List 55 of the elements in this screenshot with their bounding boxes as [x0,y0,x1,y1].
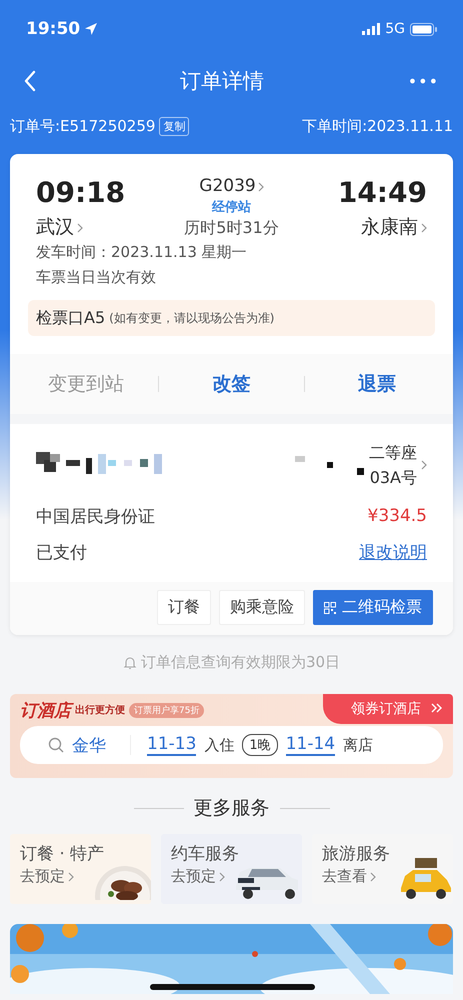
validity-note: 车票当日当次有效 [35,267,157,288]
page-title: 订单详情 [180,68,264,95]
gate-note: (如有变更，请以现场公告为准) [109,310,274,326]
checkin-date[interactable]: 11-13 [147,734,196,756]
nights-badge: 1晚 [242,734,278,756]
departure-time: 09:18 [36,176,126,210]
service-action: 去查看 [322,867,367,886]
service-tile[interactable]: 约车服务 去预定 [161,834,302,904]
gate-label: 检票口A5 [36,308,106,328]
discount-badge: 订票用户享75折 [129,702,204,718]
arrival-station: 永康南 [360,215,418,240]
refund-policy-link[interactable]: 退改说明 [359,540,427,564]
bell-icon [122,656,137,670]
departure-station: 武汉 [36,215,74,240]
trip-duration: 历时5时31分 [184,218,279,239]
search-icon [48,737,64,753]
payment-status: 已支付 [36,542,87,564]
service-button[interactable]: 购乘意险 [219,590,305,625]
id-type: 中国居民身份证 [36,506,155,528]
train-number: G2039 [199,176,256,196]
notice-text: 订单信息查询有效期限为30日 [140,653,340,672]
stops-link[interactable]: 经停站 [212,198,251,216]
action-button[interactable]: 改签 [171,371,292,397]
order-time: 下单时间:2023.11.11 [302,116,453,136]
more-button[interactable]: ••• [402,72,445,90]
battery-icon [410,22,437,36]
network-label: 5G [385,21,405,37]
checkout-date[interactable]: 11-14 [286,734,336,756]
section-title: 更多服务 [194,796,270,821]
seat-class: 二等座 [369,442,417,464]
copy-button[interactable]: 复制 [159,116,190,136]
qr-check-button[interactable]: 二维码检票 [313,590,433,625]
departure-date: 发车时间：2023.11.13 星期一 [35,242,248,263]
service-action: 去预定 [171,867,216,886]
signal-icon [362,23,380,35]
coupon-button[interactable]: 领券订酒店 [323,694,453,724]
service-tile[interactable]: 订餐 · 特产 去预定 [10,834,151,904]
service-title: 约车服务 [171,843,240,865]
order-number: 订单号:E517250259 [10,116,156,136]
arrival-time: 14:49 [338,176,427,210]
checkout-label: 离店 [343,736,374,754]
location-arrow-icon [84,22,98,36]
service-action: 去预定 [20,867,65,886]
hotel-slogan: 出行更方便 [75,703,125,717]
city-field[interactable]: 金华 [72,734,106,756]
seat-number: 03A号 [369,467,417,489]
back-icon [24,70,36,92]
service-title: 订餐 · 特产 [20,843,106,865]
qr-code-icon [324,602,336,614]
action-button[interactable]: 退票 [316,371,437,397]
checkin-label: 入住 [204,736,234,754]
ticket-price: ¥334.5 [368,506,427,526]
service-title: 旅游服务 [322,843,391,865]
status-time: 19:50 [26,19,80,39]
service-button[interactable]: 订餐 [157,590,211,625]
